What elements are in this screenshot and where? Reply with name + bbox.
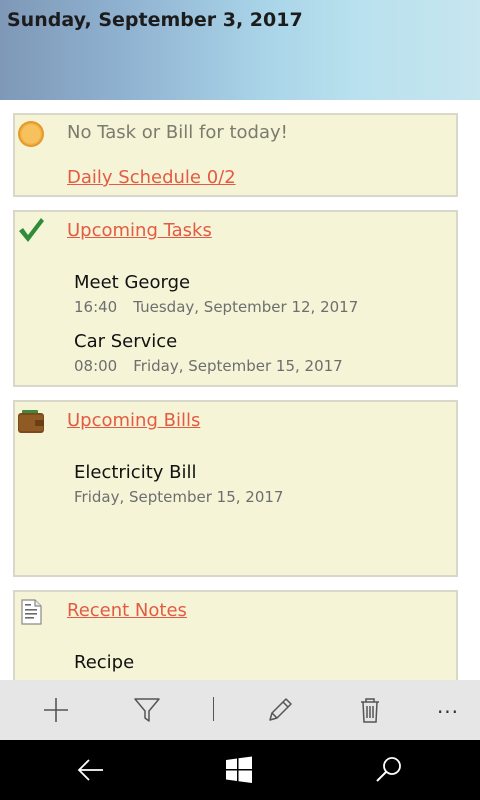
filter-button[interactable] (127, 690, 167, 730)
task-date: Friday, September 15, 2017 (133, 357, 343, 375)
recent-notes-card: Recent Notes Recipe (13, 590, 458, 690)
header-banner: Sunday, September 3, 2017 (0, 0, 480, 100)
upcoming-bills-link[interactable]: Upcoming Bills (67, 410, 200, 431)
delete-icon (361, 698, 379, 723)
task-title[interactable]: Meet George (74, 272, 190, 293)
edit-button[interactable] (260, 690, 300, 730)
system-nav-bar (0, 740, 480, 800)
task-date: Tuesday, September 12, 2017 (133, 298, 359, 316)
add-button[interactable] (36, 690, 76, 730)
no-task-message: No Task or Bill for today! (67, 122, 288, 143)
search-icon (376, 757, 401, 782)
task-time: 08:00 (74, 357, 118, 375)
wallet-icon (18, 410, 44, 433)
daily-schedule-link[interactable]: Daily Schedule 0/2 (67, 167, 236, 188)
back-icon (77, 759, 103, 781)
recent-notes-link[interactable]: Recent Notes (67, 600, 187, 621)
add-icon (44, 698, 68, 722)
task-title[interactable]: Car Service (74, 331, 177, 352)
screen: Sunday, September 3, 2017 No Task or Bil… (0, 0, 480, 800)
appbar-separator (213, 697, 214, 721)
filter-icon (134, 698, 160, 722)
note-title[interactable]: Recipe (74, 652, 134, 673)
upcoming-tasks-card: Upcoming Tasks Meet George 16:40 Tuesday,… (13, 210, 458, 387)
task-datetime: 16:40 Tuesday, September 12, 2017 (74, 298, 358, 316)
more-button[interactable]: ... (428, 690, 468, 730)
bill-date: Friday, September 15, 2017 (74, 488, 284, 506)
delete-button[interactable] (350, 690, 390, 730)
back-button[interactable] (71, 750, 111, 790)
task-datetime: 08:00 Friday, September 15, 2017 (74, 357, 343, 375)
upcoming-tasks-link[interactable]: Upcoming Tasks (67, 220, 212, 241)
checkmark-icon (19, 218, 44, 242)
sun-icon (18, 121, 44, 147)
edit-icon (269, 698, 292, 721)
more-icon: ... (436, 694, 460, 718)
task-time: 16:40 (74, 298, 118, 316)
header-date: Sunday, September 3, 2017 (7, 9, 303, 31)
today-card: No Task or Bill for today! Daily Schedul… (13, 113, 458, 197)
windows-start-icon (226, 756, 252, 783)
search-button[interactable] (369, 750, 409, 790)
note-icon (21, 599, 42, 625)
app-bar: ... (0, 680, 480, 740)
start-button[interactable] (219, 750, 259, 790)
bill-title[interactable]: Electricity Bill (74, 462, 196, 483)
upcoming-bills-card: Upcoming Bills Electricity Bill Friday, … (13, 400, 458, 577)
